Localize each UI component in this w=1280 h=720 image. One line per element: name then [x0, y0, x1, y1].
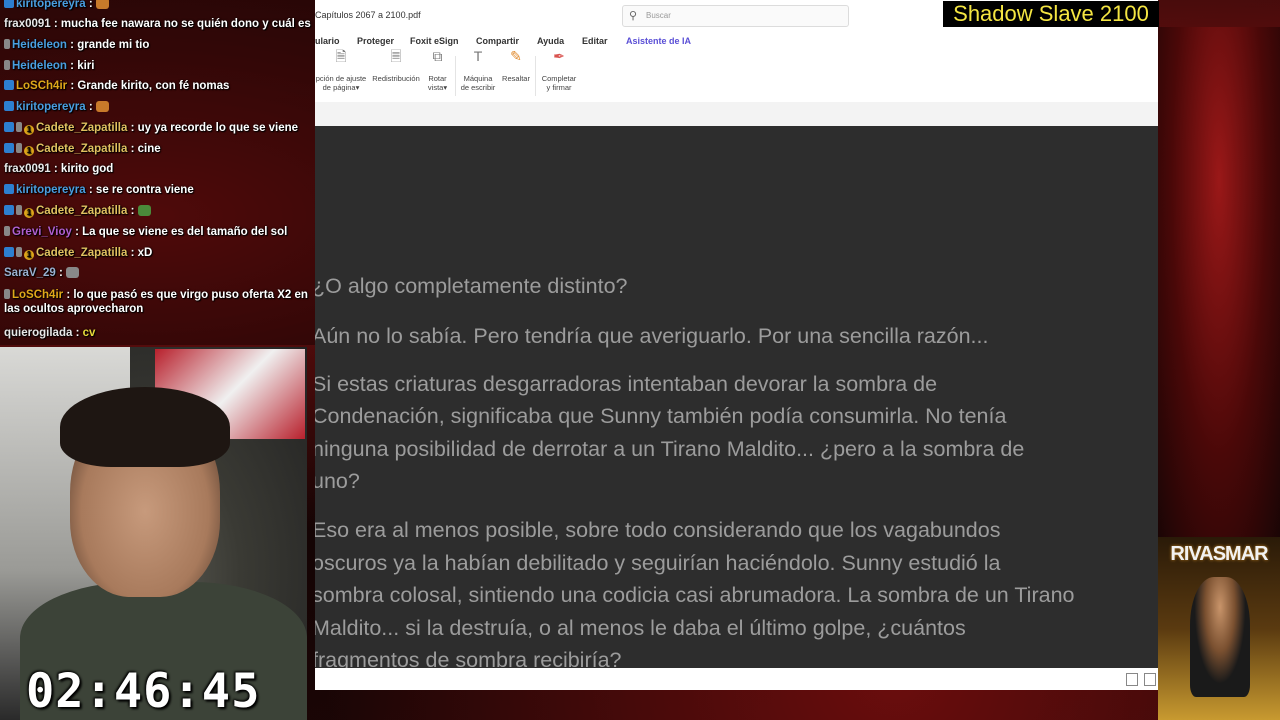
- document-line: Eso era al menos posible, sobre todo con…: [315, 518, 1001, 542]
- chat-emote-icon: [66, 267, 80, 278]
- rotate-view-button[interactable]: ⧉ Rotar vista▾: [425, 48, 450, 92]
- chat-message: kiritopereyra :: [4, 0, 313, 11]
- chat-message: 1 Cadete_Zapatilla : uy ya recorde lo que…: [4, 121, 313, 135]
- tab-strip: [315, 102, 1158, 126]
- chat-message: frax0091 : mucha fee nawara no se quién …: [4, 18, 313, 30]
- search-box[interactable]: ⚲ Buscar: [622, 5, 849, 27]
- chat-message: Heideleon : kiri: [4, 59, 313, 73]
- document-line: Maldito... si la destruía, o al menos le…: [315, 616, 966, 640]
- rotate-icon: ⧉: [432, 48, 443, 64]
- menu-form[interactable]: ulario: [315, 36, 340, 46]
- single-page-view-icon[interactable]: [1126, 673, 1138, 686]
- chat-message: LoSCh4ir : Grande kirito, con fé nomas: [4, 79, 313, 93]
- menu-protect[interactable]: Proteger: [357, 36, 394, 46]
- poster-title: RIVASMAR: [1170, 543, 1268, 565]
- page-fit-button[interactable]: 🗎 pción de ajuste de página▾: [315, 48, 367, 92]
- chat-message: quierogilada : cv: [4, 327, 96, 339]
- stream-timer: 02:46:45: [26, 664, 261, 719]
- chat-message: 1 Cadete_Zapatilla : cine: [4, 142, 313, 156]
- search-placeholder: Buscar: [646, 11, 671, 20]
- highlight-button[interactable]: ✎ Resaltar: [500, 48, 532, 83]
- fill-sign-button[interactable]: ✒ Completar y firmar: [540, 48, 578, 92]
- chat-emote-icon: [137, 205, 151, 216]
- menu-ai-assistant[interactable]: Asistente de IA: [626, 36, 691, 46]
- chat-message: frax0091 : kirito god: [4, 163, 114, 175]
- document-line: Aún no lo sabía. Pero tendría que averig…: [315, 324, 989, 348]
- document-line: sombra colosal, sintiendo una codicia ca…: [315, 583, 1075, 607]
- page-fit-icon: 🗎: [335, 48, 347, 64]
- fill-sign-icon: ✒: [553, 48, 565, 64]
- ribbon-separator: [455, 56, 456, 96]
- chat-emote-icon: [95, 0, 109, 9]
- reflow-icon: 🗏: [390, 48, 402, 64]
- document-line: fragmentos de sombra recibiría?: [315, 648, 622, 668]
- background-art: [1158, 27, 1280, 537]
- chat-message: SaraV_29 :: [4, 266, 313, 280]
- chat-message: Heideleon : grande mi tio: [4, 38, 313, 52]
- chat-message: kiritopereyra : se re contra viene: [4, 183, 313, 197]
- typewriter-icon: T: [473, 48, 483, 64]
- menu-foxit-esign[interactable]: Foxit eSign: [410, 36, 459, 46]
- document-line: ninguna posibilidad de derrotar a un Tir…: [315, 437, 1025, 461]
- chat-message: kiritopereyra :: [4, 100, 313, 114]
- chat-message: 1 Cadete_Zapatilla : xD: [4, 246, 313, 260]
- menu-share[interactable]: Compartir: [476, 36, 519, 46]
- menu-help[interactable]: Ayuda: [537, 36, 564, 46]
- sponsor-poster: RIVASMAR: [1158, 537, 1280, 720]
- menu-edit[interactable]: Editar: [582, 36, 608, 46]
- highlight-icon: ✎: [510, 48, 522, 64]
- poster-figure: [1190, 577, 1250, 697]
- pdf-reader-window: Capítulos 2067 a 2100.pdf ⚲ Buscar ulari…: [315, 0, 1158, 690]
- reflow-button[interactable]: 🗏 Redistribución: [369, 48, 423, 83]
- chat-message: Grevi_Vioy : La que se viene es del tama…: [4, 225, 313, 239]
- document-line: oscuros ya la habían debilitado y seguir…: [315, 551, 1001, 575]
- typewriter-button[interactable]: T Máquina de escribir: [460, 48, 496, 92]
- document-line: Si estas criaturas desgarradoras intenta…: [315, 372, 938, 396]
- document-view[interactable]: ¿O algo completamente distinto? Aún no l…: [315, 126, 1158, 668]
- file-name: Capítulos 2067 a 2100.pdf: [315, 10, 421, 20]
- stream-title-overlay: Shadow Slave 2100: [943, 1, 1159, 27]
- document-line: uno?: [315, 469, 360, 493]
- document-line: ¿O algo completamente distinto?: [315, 274, 628, 298]
- document-line: Condenación, significaba que Sunny tambi…: [315, 404, 1007, 428]
- chat-emote-icon: [95, 101, 109, 112]
- ribbon-separator: [535, 56, 536, 96]
- chat-panel: kiritopereyra : frax0091 : mucha fee naw…: [0, 0, 315, 345]
- chat-message: LoSCh4ir : lo que pasó es que virgo puso…: [4, 289, 308, 315]
- chat-message: 1 Cadete_Zapatilla :: [4, 204, 313, 218]
- search-icon: ⚲: [629, 10, 638, 22]
- status-bar: [315, 668, 1158, 690]
- streamer-hair: [60, 387, 230, 467]
- ribbon-toolbar: 🗎 pción de ajuste de página▾ 🗏 Redistribu…: [315, 48, 1158, 103]
- continuous-view-icon[interactable]: [1144, 673, 1156, 686]
